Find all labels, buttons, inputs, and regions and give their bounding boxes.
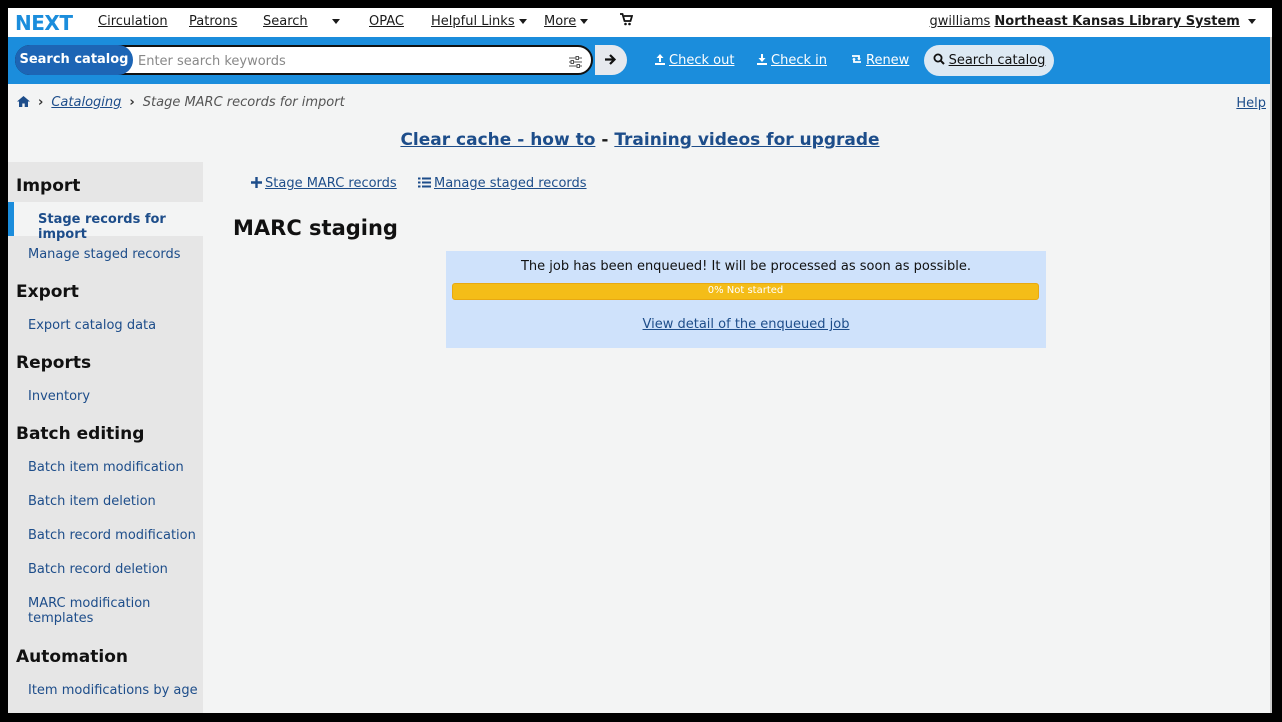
sliders-icon[interactable] <box>569 53 583 68</box>
breadcrumb-separator: › <box>129 95 135 110</box>
sidebar-item-label: Stage records for import <box>38 212 166 242</box>
download-icon <box>757 54 767 65</box>
sidebar-item-label: templates <box>28 611 94 626</box>
breadcrumb: › Cataloging › Stage MARC records for impor… <box>17 95 345 110</box>
breadcrumb-current: Stage MARC records for import <box>142 95 345 110</box>
job-progress-label: 0% Not started <box>707 285 784 296</box>
sidebar-item-label: MARC modification <box>28 596 151 611</box>
help-link[interactable]: Help <box>1236 96 1266 111</box>
checkout-label: Check out <box>669 53 735 68</box>
nav-circulation[interactable]: Circulation <box>98 14 168 29</box>
sidebar-item-stage-records[interactable]: Stage records for import <box>8 202 203 242</box>
sidebar-item-export-catalog[interactable]: Export catalog data <box>28 318 156 333</box>
sidebar-heading-automation: Automation <box>16 647 128 667</box>
library-name: Northeast Kansas Library System <box>994 14 1240 29</box>
nav-search[interactable]: Search <box>263 14 308 29</box>
upload-icon <box>655 54 665 65</box>
search-catalog-label: Search catalog <box>948 53 1046 68</box>
checkin-link[interactable]: Check in <box>756 53 827 68</box>
sidebar-heading-reports: Reports <box>16 353 92 373</box>
search-icon <box>933 53 945 65</box>
manage-staged-records-button[interactable]: Manage staged records <box>418 176 587 191</box>
sidebar-item-item-mods-by-age[interactable]: Item modifications by age <box>28 683 198 698</box>
sidebar-heading-import: Import <box>16 176 81 196</box>
nav-search-dropdown[interactable] <box>328 14 340 29</box>
sidebar-heading-batch: Batch editing <box>16 424 145 444</box>
sidebar-item-marc-mod-templates[interactable]: MARC modification templates <box>28 596 150 626</box>
username: gwilliams <box>929 14 991 29</box>
chevron-down-icon <box>518 19 527 24</box>
stage-marc-records-label: Stage MARC records <box>265 176 397 191</box>
training-videos-link[interactable]: Training videos for upgrade <box>614 130 879 150</box>
nav-opac[interactable]: OPAC <box>369 14 404 29</box>
scrollbar[interactable] <box>1270 37 1272 713</box>
arrow-right-icon <box>605 54 617 65</box>
nav-more[interactable]: More <box>544 14 589 29</box>
sidebar-heading-export: Export <box>16 282 79 302</box>
sidebar-item-batch-record-del[interactable]: Batch record deletion <box>28 562 168 577</box>
checkout-link[interactable]: Check out <box>654 53 734 68</box>
nav-helpful-links-label: Helpful Links <box>431 14 515 29</box>
job-progress-bar: 0% Not started <box>452 283 1039 300</box>
chevron-down-icon <box>1248 19 1256 24</box>
list-icon <box>418 177 431 188</box>
user-menu[interactable]: gwilliams Northeast Kansas Library Syste… <box>930 14 1256 29</box>
job-status-alert: The job has been enqueued! It will be pr… <box>446 251 1046 348</box>
search-toolbar: Search catalog Check out Check in Renew … <box>8 37 1272 84</box>
checkin-label: Check in <box>771 53 827 68</box>
nav-more-label: More <box>544 14 577 29</box>
sidebar-item-manage-staged[interactable]: Manage staged records <box>28 247 181 262</box>
sidebar-item-batch-record-mod[interactable]: Batch record modification <box>28 528 196 543</box>
stage-marc-records-button[interactable]: Stage MARC records <box>251 176 397 191</box>
clear-cache-link[interactable]: Clear cache - how to <box>400 130 595 150</box>
nav-patrons[interactable]: Patrons <box>189 14 237 29</box>
search-submit-button[interactable] <box>595 45 627 75</box>
sidebar-item-inventory[interactable]: Inventory <box>28 389 90 404</box>
top-navbar: NEXT Circulation Patrons Search OPAC Hel… <box>8 8 1272 37</box>
sidebar-item-batch-item-mod[interactable]: Batch item modification <box>28 460 184 475</box>
search-type-button[interactable]: Search catalog <box>15 45 133 75</box>
search-catalog-button[interactable]: Search catalog <box>924 45 1054 76</box>
renew-label: Renew <box>866 53 910 68</box>
news-banner: Clear cache - how to - Training videos f… <box>8 130 1272 150</box>
chevron-down-icon <box>332 19 340 24</box>
breadcrumb-cataloging[interactable]: Cataloging <box>51 95 121 110</box>
job-status-message: The job has been enqueued! It will be pr… <box>520 259 972 274</box>
retweet-icon <box>852 55 861 63</box>
nav-helpful-links[interactable]: Helpful Links <box>431 14 527 29</box>
view-job-detail-link[interactable]: View detail of the enqueued job <box>446 317 1046 332</box>
banner-separator: - <box>595 130 615 150</box>
chevron-down-icon <box>580 19 589 24</box>
cart-icon[interactable] <box>620 13 634 30</box>
sidebar: Import Stage records for import Manage s… <box>8 162 203 713</box>
page-title: MARC staging <box>233 216 398 240</box>
home-icon[interactable] <box>17 95 30 110</box>
manage-staged-records-label: Manage staged records <box>434 176 587 191</box>
breadcrumb-separator: › <box>38 95 44 110</box>
sidebar-item-batch-item-del[interactable]: Batch item deletion <box>28 494 156 509</box>
app-window: NEXT Circulation Patrons Search OPAC Hel… <box>8 8 1272 713</box>
search-input[interactable] <box>136 47 560 75</box>
plus-icon <box>251 177 262 188</box>
logo[interactable]: NEXT <box>15 11 73 35</box>
renew-link[interactable]: Renew <box>850 53 909 68</box>
